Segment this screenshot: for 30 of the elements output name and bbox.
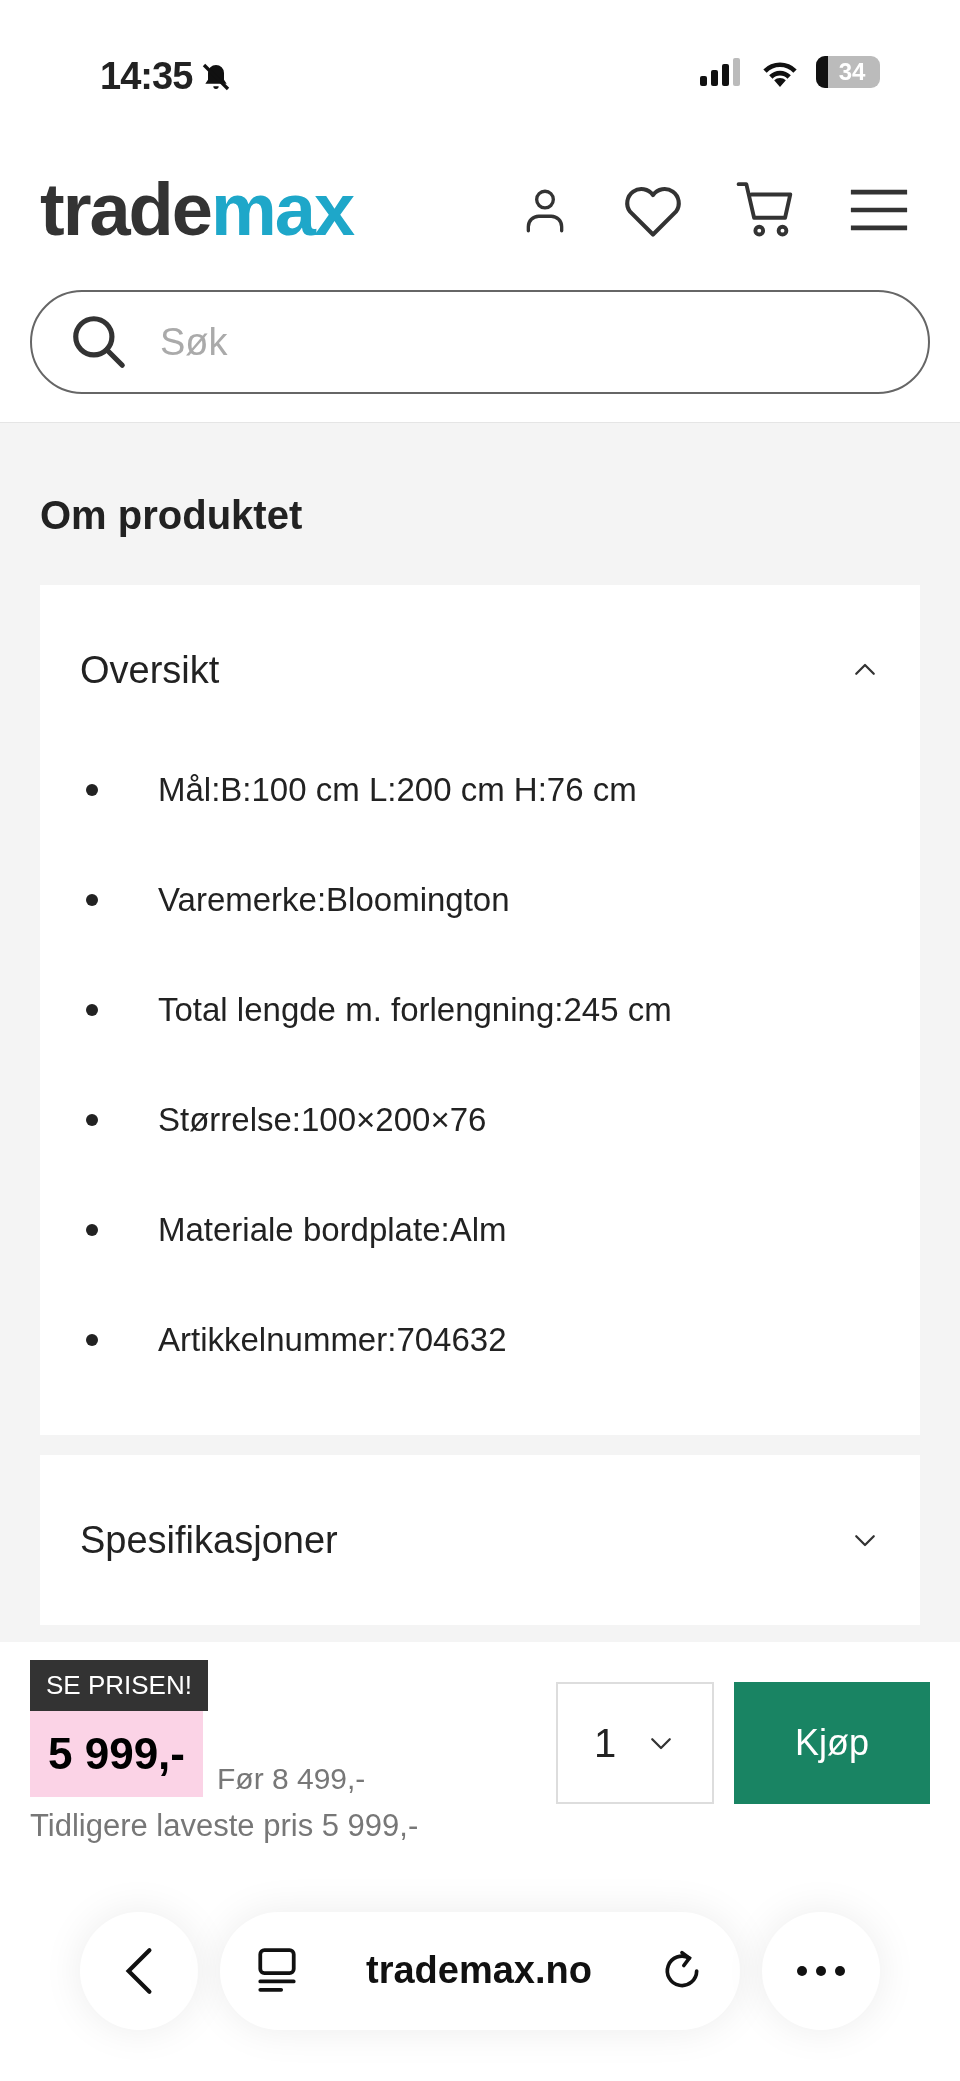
bullet-icon [86, 894, 98, 906]
bullet-icon [86, 784, 98, 796]
buy-button[interactable]: Kjøp [734, 1682, 930, 1804]
accordion-header[interactable]: Oversikt [80, 585, 880, 755]
battery-indicator: 34 [816, 56, 880, 88]
bullet-icon [86, 1334, 98, 1346]
logo-text[interactable]: trade [40, 173, 211, 247]
address-bar[interactable]: trademax.no [220, 1911, 740, 2030]
quantity-select[interactable]: 1 [556, 1682, 714, 1804]
status-time: 14:35 [100, 54, 193, 99]
price: 5 999,- [30, 1711, 203, 1797]
bullet-icon [86, 1004, 98, 1016]
spec-item: Materiale bordplate:Alm [158, 1210, 507, 1251]
spec-item: Mål:B:100 cm L:200 cm H:76 cm [158, 770, 637, 811]
reader-icon [256, 1947, 298, 1994]
lowest-price-note: Tidligere laveste pris 5 999,- [30, 1807, 419, 1845]
url-text: trademax.no [366, 1948, 592, 1993]
accordion-header[interactable]: Spesifikasjoner [80, 1455, 880, 1625]
section-title: Om produktet [40, 492, 304, 539]
spec-item: Total lengde m. forlengning:245 cm [158, 990, 672, 1031]
spec-item: Artikkelnummer:704632 [158, 1320, 507, 1361]
search-field[interactable]: Søk [30, 290, 930, 394]
bullet-icon [86, 1114, 98, 1126]
spec-item: Varemerke:Bloomington [158, 880, 510, 921]
more-icon [796, 1964, 846, 1977]
menu-icon[interactable] [848, 187, 910, 233]
bullet-icon [86, 1224, 98, 1236]
previous-price: Før 8 499,- [217, 1761, 366, 1797]
promo-badge: SE PRISEN! [30, 1660, 208, 1711]
spec-item: Størrelse:100×200×76 [158, 1100, 487, 1141]
